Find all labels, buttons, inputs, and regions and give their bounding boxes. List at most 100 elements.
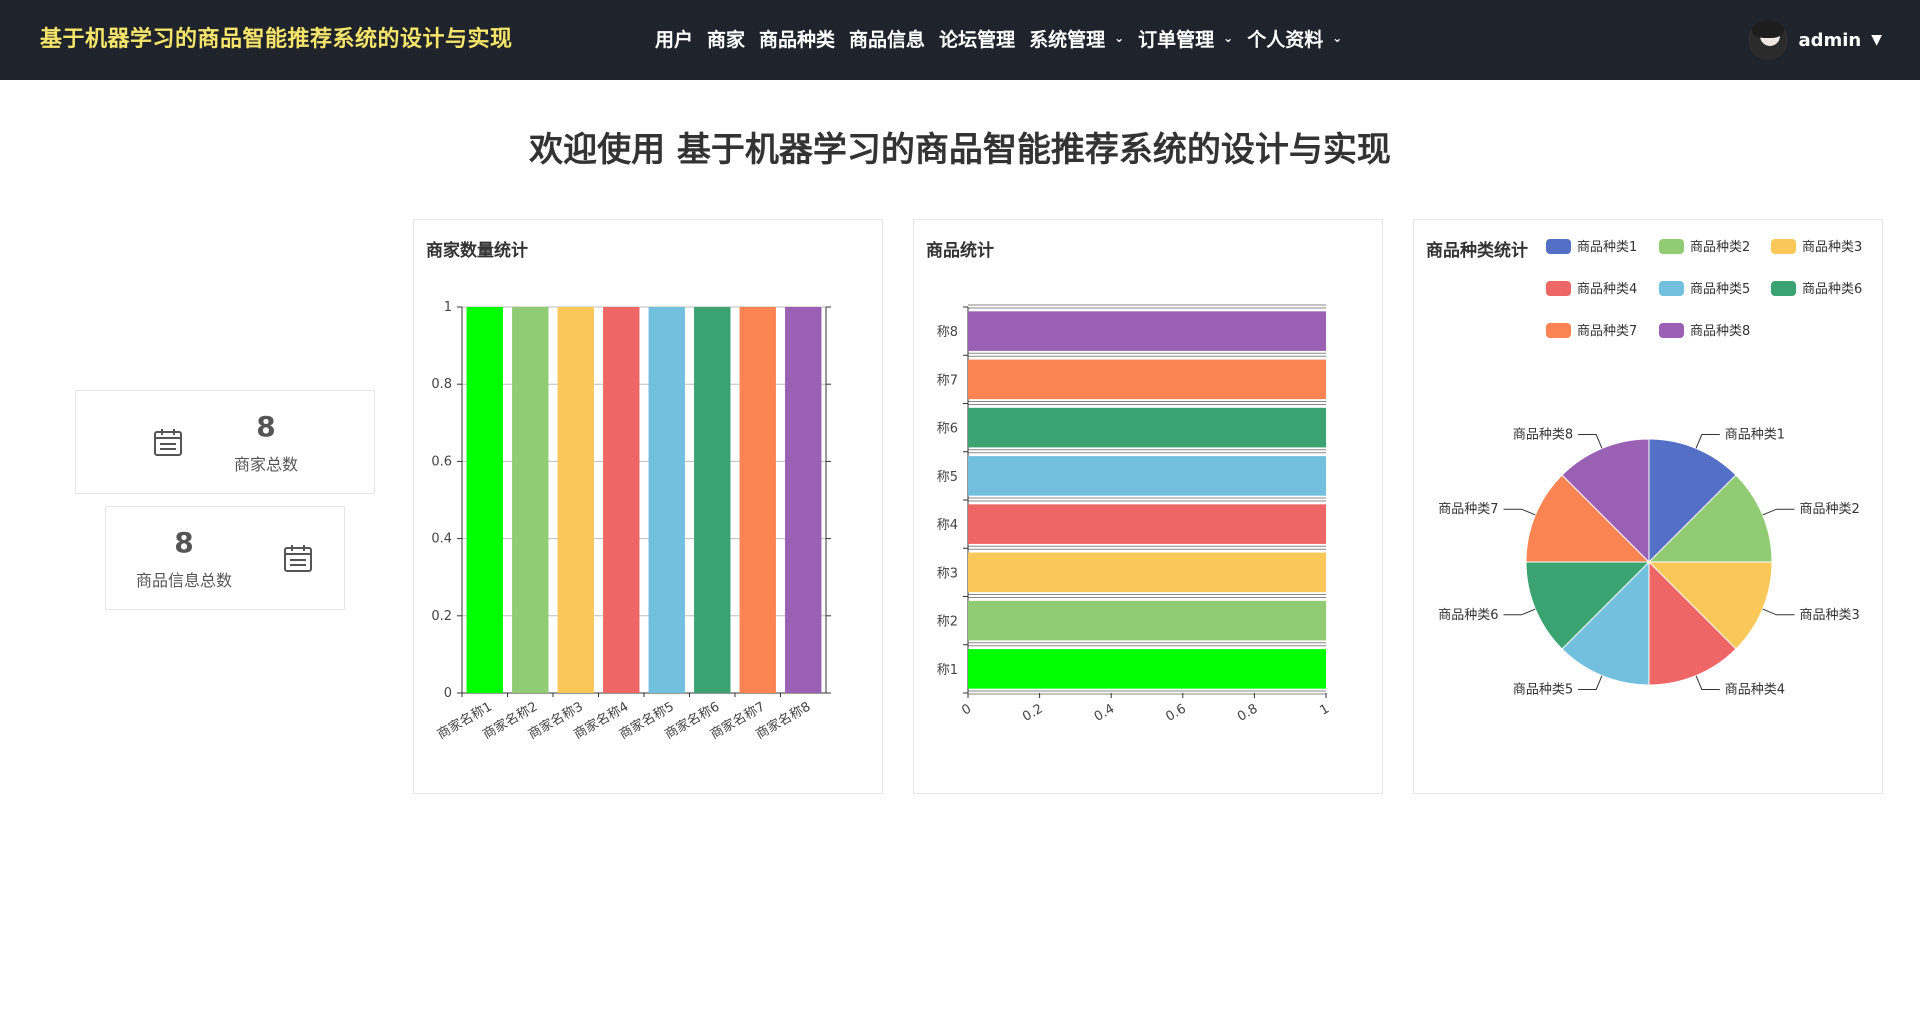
y-tick-label: 0.2 [431,609,452,624]
legend-swatch [1546,281,1571,296]
legend-swatch [1659,239,1684,254]
pie-label-line [1503,508,1536,516]
bar [785,307,822,693]
stat-label: 商家总数 [233,454,298,474]
menu-item-merchants[interactable]: 商家 [700,0,752,80]
menu-item-categories[interactable]: 商品种类 [752,0,842,80]
calendar-icon [284,545,312,572]
chevron-down-icon: ⌄ [1332,31,1343,45]
pie-label: 商品种类8 [1513,428,1573,443]
pie-label-line [1578,434,1603,449]
x-tick-label: 0.6 [1163,701,1188,724]
product-hbar-chart: 称1 称2 称3 称4 称5 称6 称7 称8 0 0.2 0.4 0.6 0.8 1 [937,304,1332,725]
chevron-down-icon: ⌄ [1223,31,1234,45]
legend-label: 商品种类3 [1802,240,1862,255]
y-tick-label: 称7 [937,373,958,388]
menu-label: 系统管理 [1029,29,1106,51]
bar [968,407,1326,448]
chart-title: 商品种类统计 [1426,241,1528,261]
y-tick-label: 称3 [937,566,958,581]
chart-panel-merchants: 0 0.2 0.4 0.6 0.8 1 商家名称1 商家名称2 商家名称3 商家名称4 商家名称5 商… [413,219,883,794]
caret-down-icon[interactable]: ▼ [1871,32,1882,48]
user-menu[interactable]: admin ▼ [1748,0,1882,80]
menu-item-profile[interactable]: 个人资料 ⌄ [1240,0,1349,80]
legend-swatch [1771,281,1796,296]
menu-item-products[interactable]: 商品信息 [842,0,932,80]
stat-label: 商品信息总数 [135,570,232,590]
pie-label-line [1762,608,1795,616]
bar [968,456,1326,496]
pie-label-line [1695,434,1720,449]
legend-label: 商品种类2 [1690,240,1750,255]
category-pie-chart: 商品种类1 商品种类2 商品种类3 商品种类4 商品种类5 商品种类6 商品种类7 商品种类8… [1438,239,1862,697]
bar [557,307,594,693]
x-tick-label: 1 [1317,701,1332,718]
pie-label: 商品种类2 [1799,502,1859,517]
app-title: 基于机器学习的商品智能推荐系统的设计与实现 [40,27,513,52]
legend-label: 商品种类1 [1577,240,1637,255]
menu-item-forum[interactable]: 论坛管理 [932,0,1022,80]
stat-card-products: 8 商品信息总数 [105,506,345,610]
y-tick-label: 0 [444,686,452,701]
pie-label: 商品种类6 [1438,608,1498,623]
y-tick-label: 称6 [937,422,958,437]
bar [648,307,685,693]
bar [968,649,1326,689]
legend-label: 商品种类5 [1690,282,1750,297]
chart-panel-categories: 商品种类1 商品种类2 商品种类3 商品种类4 商品种类5 商品种类6 商品种类7 商品种类8… [1413,219,1883,794]
legend-label: 商品种类6 [1802,282,1862,297]
pie-label: 商品种类5 [1513,682,1573,697]
pie-label: 商品种类1 [1725,428,1785,443]
bar [512,307,549,693]
bar [968,504,1326,544]
menu-label: 商家 [707,29,746,51]
menu-label: 商品种类 [759,29,836,51]
legend-swatch [1546,323,1571,338]
chevron-down-icon: ⌄ [1114,31,1125,45]
x-tick-label: 0.4 [1092,701,1117,724]
pie-label: 商品种类4 [1725,682,1785,697]
menu-label: 个人资料 [1247,29,1324,51]
pie-label-line [1503,608,1536,616]
menu-label: 订单管理 [1138,29,1215,51]
page-title: 欢迎使用 基于机器学习的商品智能推荐系统的设计与实现 [529,130,1391,170]
x-tick-label: 0 [959,701,974,718]
y-tick-label: 0.8 [431,377,452,392]
menu-item-orders[interactable]: 订单管理 ⌄ [1131,0,1240,80]
menu-label: 商品信息 [849,29,926,51]
calendar-icon [153,429,182,456]
y-tick-label: 称2 [937,615,958,630]
pie-label: 商品种类3 [1799,608,1859,623]
legend-swatch [1771,239,1796,254]
menu-label: 论坛管理 [939,29,1016,51]
bar [968,600,1326,641]
menu-label: 用户 [655,29,694,51]
stat-value: 8 [174,525,194,559]
legend-swatch [1659,281,1684,296]
chart-title: 商品统计 [926,241,994,261]
legend-label: 商品种类7 [1577,324,1637,339]
y-tick-label: 称4 [937,518,958,533]
y-tick-label: 0.4 [431,532,452,547]
menu-item-users[interactable]: 用户 [648,0,700,80]
user-name[interactable]: admin [1798,30,1861,51]
y-tick-label: 1 [444,300,452,315]
pie-label-line [1762,508,1795,516]
pie-label: 商品种类7 [1438,502,1498,517]
top-navbar: 基于机器学习的商品智能推荐系统的设计与实现 用户 商家 商品种类 商品信息 论坛… [0,0,1920,80]
y-tick-label: 称5 [937,470,958,485]
bar [968,359,1326,400]
bar [694,307,731,693]
stat-value: 8 [256,409,276,443]
menu-item-system[interactable]: 系统管理 ⌄ [1022,0,1131,80]
merchant-bar-chart: 00.20.40.60.81商家名称1商家名称2商家名称3商家名称4商家名称5商… [431,300,831,743]
y-tick-label: 称1 [937,663,958,678]
x-tick-label: 0.2 [1020,701,1045,724]
chart-title: 商家数量统计 [426,241,528,261]
legend-swatch [1659,323,1684,338]
avatar[interactable] [1748,20,1789,60]
chart-panel-products: 称1 称2 称3 称4 称5 称6 称7 称8 0 0.2 0.4 0.6 0.8 1 商品统计 [913,219,1383,794]
bar [466,307,503,693]
pie-label-line [1578,675,1603,690]
stat-card-merchants: 8 商家总数 [75,390,375,494]
